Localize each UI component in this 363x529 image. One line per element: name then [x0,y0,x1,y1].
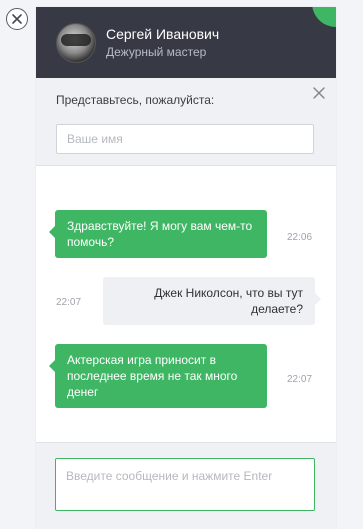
agent-name: Сергей Иванович [106,25,220,42]
message-outgoing: Джек Николсон, что вы тут делаете? [103,277,321,325]
avatar-sunglasses [61,33,91,46]
intro-label: Представьтесь, пожалуйста: [56,93,215,107]
message-incoming: Здравствуйте! Я могу вам чем-то помочь? [49,210,267,258]
message-time: 22:07 [56,297,82,308]
header-corner-accent [312,7,336,27]
chat-header: Сергей Иванович Дежурный мастер [36,7,336,78]
outer-close-button[interactable] [6,8,28,30]
circle-close-icon [12,14,22,24]
close-icon[interactable] [312,86,326,100]
intro-panel: Представьтесь, пожалуйста: [36,78,336,166]
message-time: 22:07 [287,374,313,385]
message-incoming: Актерская игра приносит в последнее врем… [49,344,267,408]
agent-avatar [56,22,96,63]
agent-role: Дежурный мастер [106,44,207,59]
message-time: 22:06 [287,232,313,243]
name-input[interactable] [56,124,314,154]
chat-widget: Сергей Иванович Дежурный мастер Представ… [36,7,336,529]
message-text: Джек Николсон, что вы тут делаете? [154,286,303,316]
agent-info: Сергей Иванович Дежурный мастер [106,26,219,60]
message-text: Здравствуйте! Я могу вам чем-то помочь? [67,219,253,249]
composer-panel [36,442,336,529]
message-list: Здравствуйте! Я могу вам чем-то помочь? … [36,166,336,442]
message-text: Актерская игра приносит в последнее врем… [67,353,238,399]
message-input[interactable] [55,458,315,511]
